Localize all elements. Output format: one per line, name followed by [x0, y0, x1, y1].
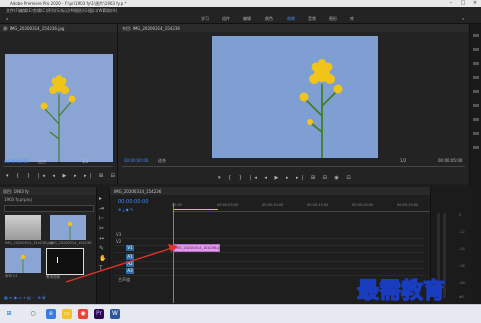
source-timecode[interactable]: 00:00:00:00 — [4, 159, 28, 164]
source-tab[interactable]: 源: IMG_20200314_154236.jpg — [0, 24, 117, 32]
source-transport-controls[interactable]: ▾ { } |◂ ◂ ▶ ▸ ▸| ⊞ ⊟ — [6, 173, 115, 179]
timeline-tool-icons[interactable]: ⊕ ⤓ ◆ ✎ — [118, 207, 133, 212]
program-tab-label: 节目: IMG_20200314_154236 — [122, 26, 180, 31]
maximize-icon[interactable]: □ — [457, 0, 469, 7]
workspace-audio[interactable]: 音频 — [308, 16, 316, 22]
type-tool-icon[interactable]: T — [99, 265, 103, 272]
project-item-thumbnail[interactable] — [5, 248, 41, 273]
project-tab-label: 项目: 1903 fy — [3, 189, 29, 194]
program-fit-dropdown[interactable]: 适合 — [158, 158, 166, 164]
project-item-name: IMG_20200314_154236.jpg — [5, 241, 53, 245]
workspace-assembly[interactable]: 组件 — [222, 16, 230, 22]
workspace-bar: ⌂ 学习 组件 编辑 颜色 效果 音频 图形 库 ⌕ — [0, 14, 481, 24]
program-time-ruler[interactable] — [122, 166, 465, 167]
razor-tool-icon[interactable]: ✂ — [99, 225, 104, 232]
watermark-logo: 最需教育 — [356, 277, 445, 304]
track-target[interactable]: A2 — [126, 261, 134, 267]
project-tab[interactable]: 项目: 1903 fy — [0, 187, 96, 195]
svg-text:最需教育: 最需教育 — [357, 278, 445, 304]
timeline-clip[interactable]: IMG_20200314_154236.jpg — [174, 244, 220, 252]
source-fit-dropdown[interactable]: 适合 — [38, 159, 46, 165]
project-item-name: 序列 01 — [5, 274, 18, 278]
source-resolution[interactable]: 1/2 — [82, 159, 88, 164]
premiere-icon[interactable]: Pr — [94, 309, 104, 319]
program-monitor: 节目: IMG_20200314_154236 00:00:00:00 适合 1… — [118, 24, 469, 184]
project-path: 1903 fy.prproj — [4, 197, 32, 202]
timeline-timecode[interactable]: 00:00:00:00 — [118, 199, 149, 205]
track-select-tool-icon[interactable]: ⇥ — [99, 205, 104, 212]
project-panel: 项目: 1903 fy 1903 fy.prproj IMG_20200314_… — [0, 187, 97, 304]
project-item-name: 黑场视频 — [46, 275, 60, 279]
meter-label: -24 — [459, 247, 465, 251]
source-preview-image — [5, 54, 113, 162]
ruler-label: 00:00:15:00 — [307, 203, 329, 207]
source-monitor: 源: IMG_20200314_154236.jpg 00:00:00:00 适… — [0, 24, 118, 184]
program-resolution[interactable]: 1/2 — [400, 158, 406, 163]
meter-label: -36 — [459, 264, 465, 268]
selection-tool-icon[interactable]: ▸ — [99, 195, 102, 202]
ruler-label: 00:00:05:00 — [217, 203, 239, 207]
project-item-thumbnail[interactable] — [46, 248, 84, 275]
track-target[interactable]: A3 — [126, 268, 134, 274]
program-duration: 00:00:05:00 — [438, 158, 463, 163]
word-icon[interactable]: W — [110, 309, 120, 319]
track-row-v1[interactable]: V1 — [114, 245, 424, 253]
hand-tool-icon[interactable]: ✋ — [99, 255, 106, 262]
search-icon[interactable]: ○ — [28, 309, 38, 319]
program-tab[interactable]: 节目: IMG_20200314_154236 — [118, 24, 469, 32]
menu-bar: 文件(F) 编辑(E) 剪辑(C) 序列(S) 标记(M) 图形(G) 窗口(W… — [0, 7, 481, 14]
windows-start-icon[interactable]: ⊞ — [4, 309, 14, 319]
program-transport-controls[interactable]: ▾ { } |◂ ◂ ▶ ▸ ▸| ⊞ ⊟ ◉ ⊡ — [218, 175, 378, 181]
project-item-thumbnail[interactable] — [50, 215, 86, 240]
program-timecode[interactable]: 00:00:00:00 — [124, 158, 148, 163]
edge-icon[interactable]: e — [46, 309, 56, 319]
track-label: V2 — [116, 239, 122, 244]
file-explorer-icon[interactable]: ▭ — [62, 309, 72, 319]
meter-label: -12 — [459, 230, 465, 234]
right-panel-strip — [469, 24, 481, 304]
tools-panel: ▸ ⇥ ⊢ ✂ ↔ ✎ ✋ T — [97, 187, 110, 304]
meter-label: 0 — [459, 213, 462, 217]
search-icon[interactable]: ⌕ — [462, 16, 464, 21]
pen-tool-icon[interactable]: ✎ — [99, 245, 104, 252]
workspace-graphics[interactable]: 图形 — [329, 16, 337, 22]
close-icon[interactable]: × — [469, 0, 481, 7]
workspace-learn[interactable]: 学习 — [201, 16, 209, 22]
taskbar: ⊞ ○ e ▭ ◉ Pr W — [0, 304, 481, 323]
timeline-tab[interactable]: IMG_20200314_154236 — [110, 187, 430, 195]
title-bar: Adobe Premiere Pro 2020 - F:\pr\1903 fy\… — [0, 0, 481, 7]
project-footer-icons[interactable]: ▦ ≡ ◉ ▭ ⌕ ▤ 🗀 ⊕ 🗑 — [4, 295, 46, 300]
workspace-color[interactable]: 颜色 — [265, 16, 273, 22]
minimize-icon[interactable]: – — [445, 0, 457, 7]
project-search-input[interactable] — [4, 205, 94, 212]
workspace-libraries[interactable]: 库 — [350, 16, 354, 22]
source-time-ruler[interactable] — [3, 166, 113, 170]
track-target[interactable]: A1 — [126, 254, 134, 260]
slip-tool-icon[interactable]: ↔ — [99, 235, 104, 242]
master-track-label: 主声道 — [118, 277, 130, 282]
timeline-tab-label: IMG_20200314_154236 — [114, 189, 162, 194]
project-item-thumbnail[interactable] — [5, 215, 41, 240]
work-area-bar[interactable] — [173, 209, 218, 210]
ruler-label: 00:00:20:00 — [352, 203, 374, 207]
playhead[interactable] — [173, 203, 174, 303]
track-target[interactable]: V1 — [126, 245, 134, 251]
timeline-ruler[interactable]: 00:00 00:00:05:00 00:00:10:00 00:00:15:0… — [172, 203, 430, 212]
home-icon[interactable]: ⌂ — [6, 16, 9, 21]
workspace-editing[interactable]: 编辑 — [243, 16, 251, 22]
project-item-name: IMG_20200314_154236 — [50, 241, 92, 245]
track-label: V3 — [116, 232, 122, 237]
workspace-effects[interactable]: 效果 — [287, 16, 295, 22]
program-preview-image — [212, 36, 378, 158]
source-tab-label: 源: IMG_20200314_154236.jpg — [3, 26, 65, 31]
ruler-label: 00:00:10:00 — [262, 203, 284, 207]
ripple-edit-tool-icon[interactable]: ⊢ — [99, 215, 104, 222]
ruler-label: 00:00:25:00 — [397, 203, 419, 207]
chrome-icon[interactable]: ◉ — [78, 309, 88, 319]
